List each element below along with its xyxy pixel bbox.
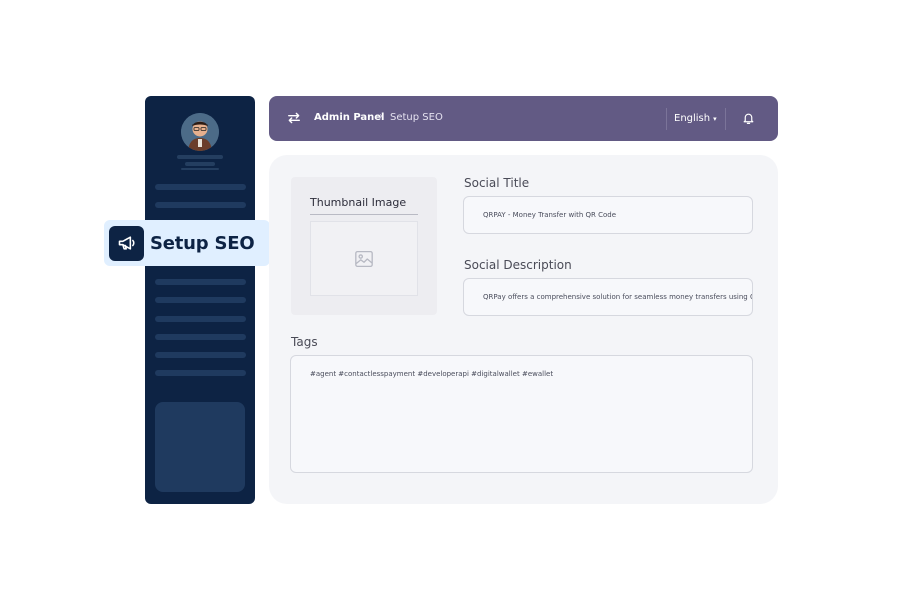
bell-icon[interactable] [742, 112, 755, 130]
tags-label: Tags [291, 335, 318, 349]
thumbnail-label: Thumbnail Image [310, 196, 407, 209]
divider [310, 214, 418, 215]
sidebar [145, 96, 255, 504]
breadcrumb-current: Setup SEO [390, 112, 443, 123]
social-description-label: Social Description [464, 258, 572, 272]
language-label: English [674, 113, 711, 124]
language-selector[interactable]: English ▾ [674, 113, 717, 124]
toggle-sidebar-icon[interactable] [287, 111, 301, 130]
setup-seo-label: Setup SEO [150, 232, 255, 254]
sidebar-card [155, 402, 245, 492]
breadcrumb-home[interactable]: Admin Panel [314, 112, 384, 123]
breadcrumb-chevron-icon: › [379, 111, 383, 122]
sidebar-item[interactable] [155, 352, 246, 358]
top-bar: Admin Panel › Setup SEO English ▾ [269, 96, 778, 141]
tags-input[interactable]: #agent #contactlesspayment #developerapi… [290, 355, 753, 473]
thumbnail-upload[interactable] [310, 221, 418, 296]
sidebar-item[interactable] [155, 202, 246, 208]
thumbnail-card: Thumbnail Image [291, 177, 437, 315]
sidebar-item[interactable] [155, 334, 246, 340]
sidebar-item-setup-seo[interactable]: Setup SEO [104, 220, 270, 266]
caret-down-icon: ▾ [713, 114, 717, 123]
profile-meta-placeholder [181, 168, 219, 170]
divider [725, 108, 726, 130]
sidebar-item[interactable] [155, 279, 246, 285]
megaphone-icon [109, 225, 144, 261]
sidebar-item[interactable] [155, 370, 246, 376]
sidebar-item[interactable] [155, 184, 246, 190]
sidebar-item[interactable] [155, 316, 246, 322]
social-title-input[interactable]: QRPAY - Money Transfer with QR Code [463, 196, 753, 234]
sidebar-item[interactable] [155, 297, 246, 303]
profile-role-placeholder [185, 162, 215, 166]
social-title-label: Social Title [464, 176, 530, 190]
divider [666, 108, 667, 130]
social-description-input[interactable]: QRPay offers a comprehensive solution fo… [463, 278, 753, 316]
avatar-image [181, 113, 219, 151]
image-placeholder-icon [355, 250, 373, 267]
avatar[interactable] [181, 113, 219, 151]
seo-form-panel: Thumbnail Image Social Title QRPAY - Mon… [269, 155, 778, 504]
profile-name-placeholder [177, 155, 223, 159]
